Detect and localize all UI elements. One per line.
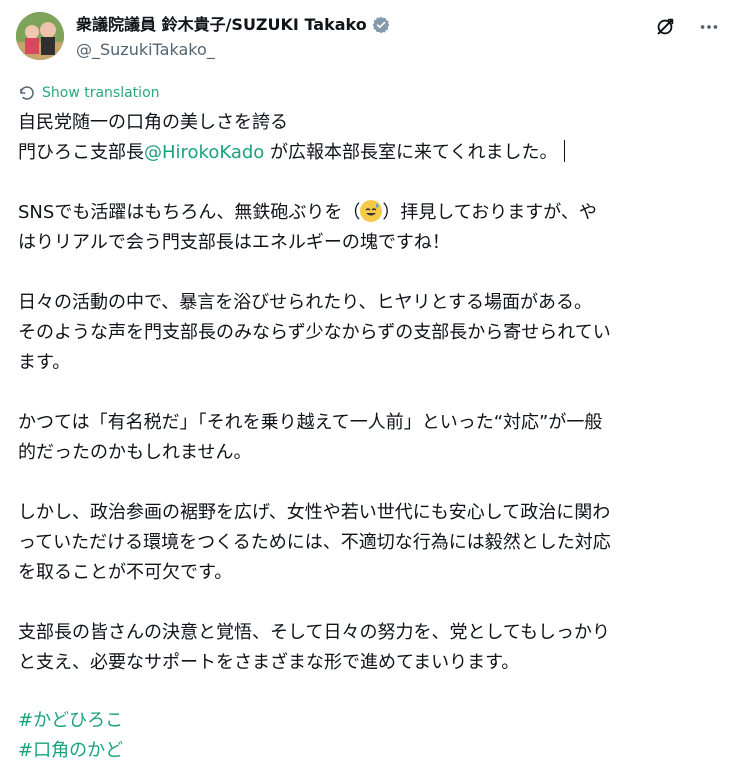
tweet-line-2-suffix: が広報本部長室に来てくれました。 — [264, 142, 558, 163]
handle[interactable]: @_SuzukiTakako_ — [76, 38, 391, 62]
hashtag-link[interactable]: #かどひろこ — [18, 706, 123, 736]
tweet-line-8: 的だったのかもしれません。 — [18, 442, 252, 463]
tweet-line-7: かつては「有名税だ」「それを乗り越えて一人前」といった“対応”が一般 — [18, 412, 603, 433]
tweet-line-6: ます。 — [18, 352, 71, 373]
tweet-line-11: を取ることが不可欠です。 — [18, 562, 233, 583]
grok-icon[interactable] — [654, 16, 676, 38]
hashtags: #かどひろこ #口角のかど — [18, 706, 123, 766]
grok-icon-svg — [657, 18, 674, 35]
tweet-line-3b: ）拝見しておりますが、や — [382, 202, 597, 223]
top-actions — [654, 16, 720, 38]
sweat-smile-emoji-icon — [360, 200, 383, 222]
show-translation-label[interactable]: Show translation — [42, 85, 160, 101]
tweet-line-12: 支部長の皆さんの決意と覚悟、そして日々の努力を、党としてもしっかり — [18, 622, 611, 643]
tweet-line-3a: SNSでも活躍はもちろん、無鉄砲ぶりを（ — [18, 202, 361, 223]
verified-badge-icon — [372, 16, 390, 34]
tweet-line-2-prefix: 門ひろこ支部長 — [18, 142, 144, 163]
tweet-body: 自民党随一の口角の美しさを誇る 門ひろこ支部長@HirokoKado が広報本部長… — [18, 108, 722, 678]
tweet-line-5: そのような声を門支部長のみならず少なからずの支部長から寄せられてい — [18, 322, 611, 343]
more-icon[interactable] — [698, 16, 720, 38]
text-caret — [563, 140, 565, 162]
tweet-line-2: 門ひろこ支部長@HirokoKado が広報本部長室に来てくれました。 — [18, 138, 722, 168]
tweet-line-3: SNSでも活躍はもちろん、無鉄砲ぶりを（ ）拝見しておりますが、や — [18, 198, 722, 228]
avatar-image — [16, 12, 64, 60]
tweet-line-10: っていただける環境をつくるためには、不適切な行為には毅然とした対応 — [18, 532, 611, 553]
show-translation[interactable]: Show translation — [18, 84, 160, 102]
display-name[interactable]: 衆議院議員 鈴木貴子/SUZUKI Takako — [76, 14, 367, 36]
tweet-line-3c: はりリアルで会う門支部長はエネルギーの塊ですね！ — [18, 232, 450, 253]
tweet-header: 衆議院議員 鈴木貴子/SUZUKI Takako @_SuzukiTakako_ — [16, 12, 720, 64]
translate-icon — [20, 86, 34, 100]
mention-link[interactable]: @HirokoKado — [144, 142, 264, 163]
hashtag-link[interactable]: #口角のかど — [18, 736, 123, 766]
author-names: 衆議院議員 鈴木貴子/SUZUKI Takako @_SuzukiTakako_ — [76, 14, 391, 62]
more-icon-svg — [700, 25, 718, 29]
tweet-line-9: しかし、政治参画の裾野を広げ、女性や若い世代にも安心して政治に関わ — [18, 502, 611, 523]
tweet-line-1: 自民党随一の口角の美しさを誇る — [18, 112, 288, 133]
tweet-line-4: 日々の活動の中で、暴言を浴びせられたり、ヒヤリとする場面がある。 — [18, 292, 593, 313]
display-name-row[interactable]: 衆議院議員 鈴木貴子/SUZUKI Takako — [76, 14, 391, 36]
tweet-line-13: と支え、必要なサポートをさまざまな形で進めてまいります。 — [18, 652, 520, 673]
avatar[interactable] — [16, 12, 64, 60]
